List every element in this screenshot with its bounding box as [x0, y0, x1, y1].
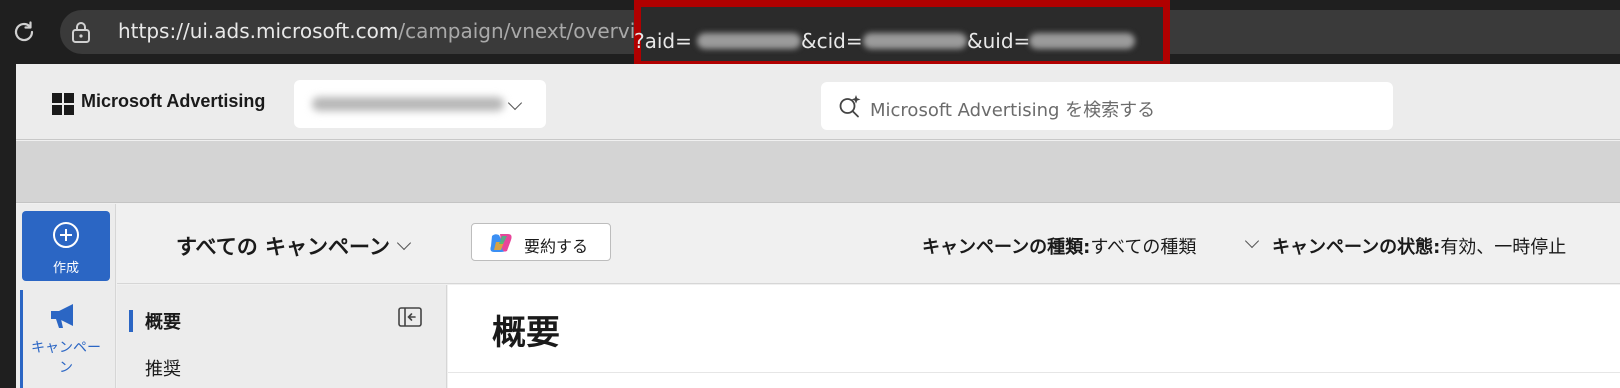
campaign-scope-label: すべての キャンペーン — [176, 235, 390, 259]
browser-toolbar: https://ui.ads.microsoft.com/campaign/vn… — [0, 0, 1620, 68]
subnav-active-indicator — [129, 310, 133, 332]
campaign-status-label: キャンペーンの状態: — [1272, 237, 1441, 258]
redacted-uid — [1029, 33, 1135, 49]
page-title: 概要 — [492, 313, 560, 353]
chevron-down-icon[interactable] — [396, 235, 412, 251]
campaign-type-filter[interactable]: キャンペーンの種類:すべての種類 — [922, 233, 1196, 259]
rail-active-indicator — [20, 290, 23, 388]
main-content: 概要 — [448, 285, 1620, 388]
url-path: /campaign/vnext/overview — [398, 19, 664, 43]
redacted-aid — [697, 33, 801, 49]
url-text: https://ui.ads.microsoft.com/campaign/vn… — [118, 19, 664, 43]
notification-banner — [16, 141, 1620, 203]
url-params-highlight: ?aid= &cid= &uid= — [634, 0, 1170, 68]
rail-item-campaigns[interactable]: キャンペーン — [28, 338, 104, 378]
window-edge — [0, 64, 16, 388]
subnav-item-recommendations[interactable]: 推奨 — [145, 355, 181, 381]
redacted-cid — [863, 33, 967, 49]
plus-circle-icon — [53, 222, 79, 248]
collapse-panel-icon[interactable] — [398, 307, 422, 327]
copilot-icon — [490, 234, 512, 252]
subnav-item-overview[interactable]: 概要 — [145, 308, 181, 334]
summarize-button[interactable]: 要約する — [471, 223, 611, 261]
campaign-type-value: すべての種類 — [1090, 237, 1197, 258]
campaign-status-value: 有効、一時停止 — [1440, 237, 1567, 258]
url-param-uid: &uid= — [967, 29, 1031, 53]
create-button[interactable]: 作成 — [22, 211, 110, 281]
app-header: Microsoft Advertising Microsoft Advertis… — [16, 64, 1620, 140]
brand-name: Microsoft Advertising — [81, 91, 266, 111]
redacted-account-name — [312, 97, 504, 111]
reload-icon[interactable] — [10, 18, 38, 46]
campaign-scope-dropdown[interactable]: すべての キャンペーン — [176, 231, 390, 261]
lock-icon[interactable] — [70, 20, 92, 44]
campaign-type-label: キャンペーンの種類: — [922, 237, 1091, 258]
ads-app: Microsoft Advertising Microsoft Advertis… — [16, 64, 1620, 388]
url-param-cid: &cid= — [801, 29, 863, 53]
search-box[interactable]: Microsoft Advertising を検索する — [821, 82, 1393, 130]
search-placeholder: Microsoft Advertising を検索する — [870, 100, 1156, 121]
chevron-down-icon[interactable] — [1244, 233, 1260, 249]
create-label: 作成 — [52, 261, 79, 276]
url-param-aid: ?aid= — [634, 29, 692, 53]
copilot-search-icon — [839, 95, 861, 118]
chevron-down-icon — [507, 95, 523, 111]
left-rail: 作成 キャンペーン — [16, 204, 116, 388]
campaign-toolbar: すべての キャンペーン 要約する キャンペーンの種類:すべての種類 キャンペーン… — [117, 204, 1620, 284]
campaign-status-filter[interactable]: キャンペーンの状態:有効、一時停止 — [1272, 233, 1566, 259]
divider — [448, 372, 1620, 373]
megaphone-icon[interactable] — [47, 301, 81, 331]
url-host: https://ui.ads.microsoft.com — [118, 19, 399, 43]
section-nav: 概要 推奨 — [117, 285, 447, 388]
account-picker[interactable] — [294, 80, 546, 128]
microsoft-logo-icon — [52, 93, 74, 115]
summarize-label: 要約する — [524, 237, 589, 256]
